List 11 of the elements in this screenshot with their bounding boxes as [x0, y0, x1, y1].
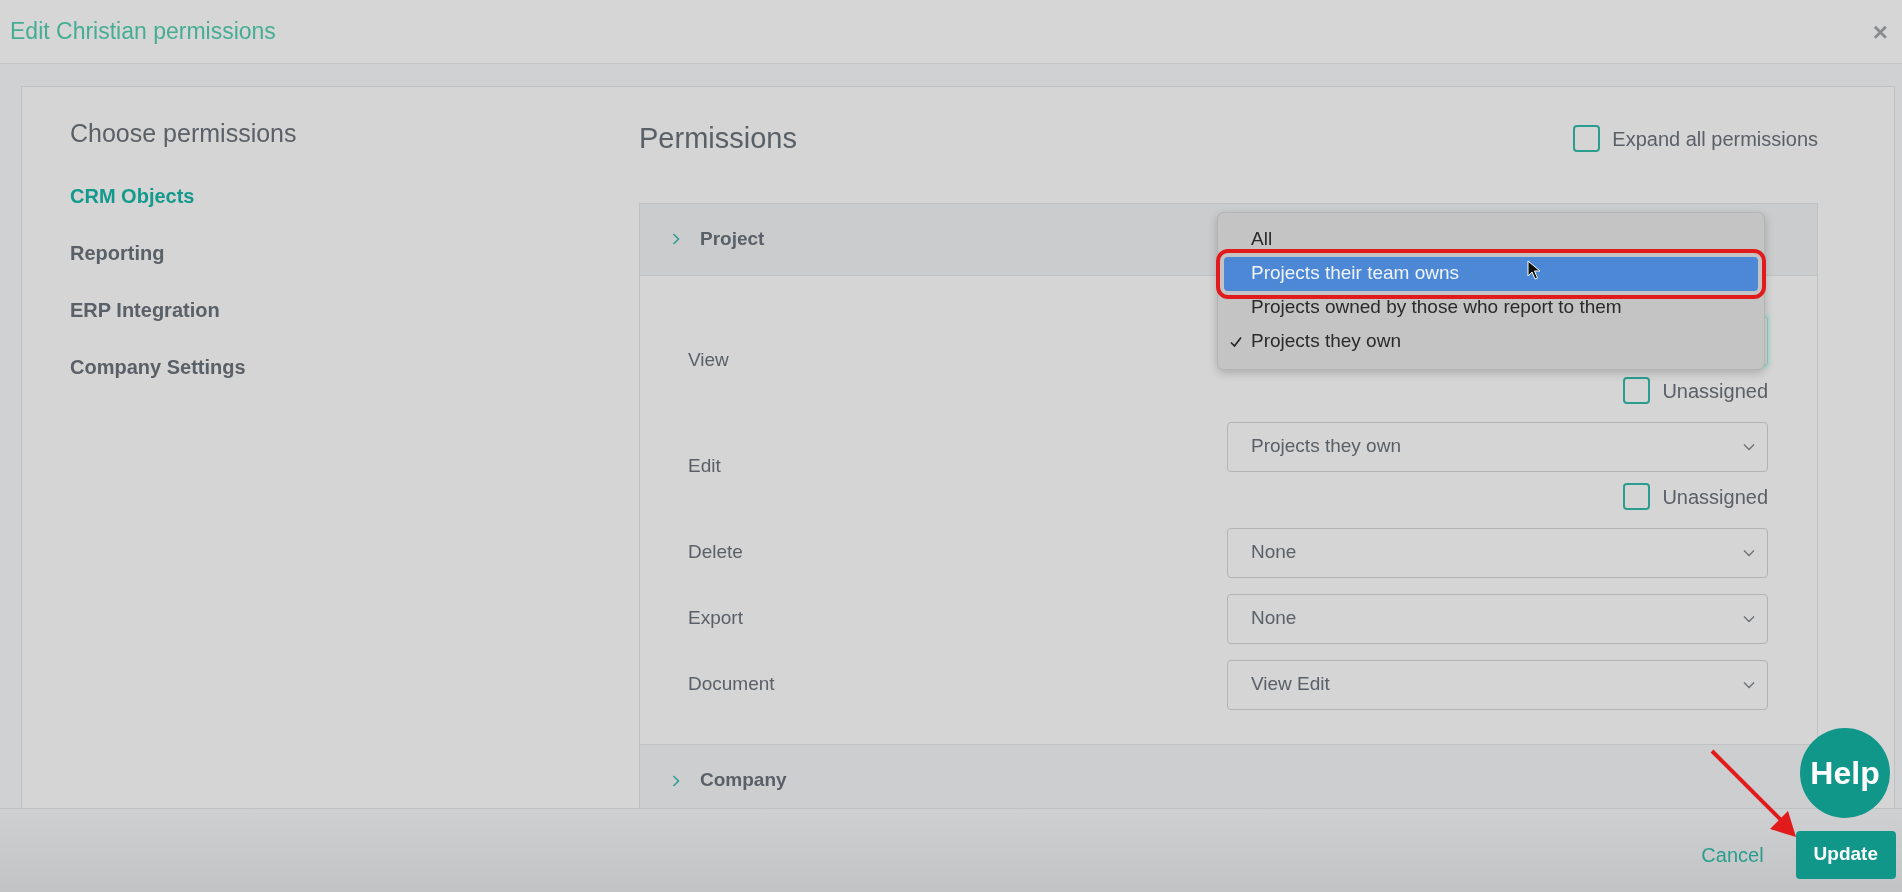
checkbox-label: Unassigned — [1662, 484, 1768, 510]
checkbox-label: Unassigned — [1662, 378, 1768, 404]
permission-label: Document — [688, 672, 776, 697]
permission-label: View — [688, 348, 730, 373]
permissions-heading: Permissions — [639, 121, 797, 156]
permission-label: Edit — [688, 454, 722, 479]
permission-label: Delete — [688, 540, 744, 565]
dialog-title: Edit Christian permissions — [10, 17, 276, 47]
checkbox-label: Expand all permissions — [1612, 126, 1818, 152]
sidebar-heading: Choose permissions — [70, 118, 298, 149]
permission-label: Export — [688, 606, 744, 631]
